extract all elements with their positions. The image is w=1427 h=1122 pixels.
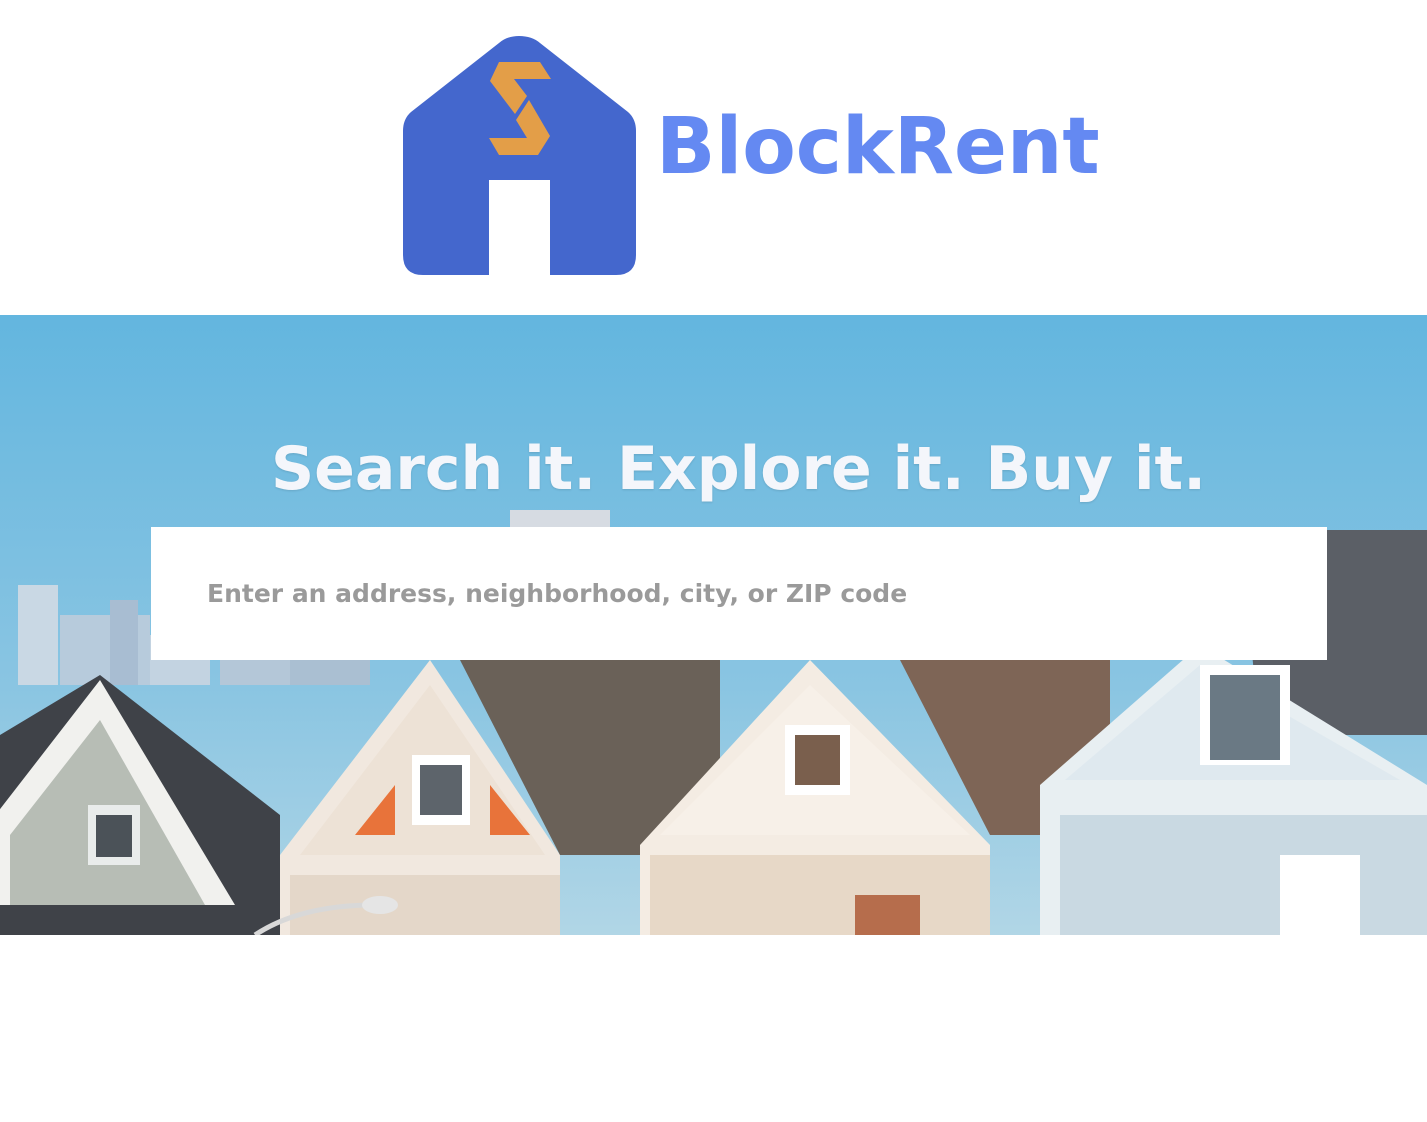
search-input[interactable] <box>205 562 1327 625</box>
search-box[interactable] <box>151 527 1327 660</box>
house-swap-icon[interactable] <box>403 34 636 275</box>
hero-title: Search it. Explore it. Buy it. <box>270 434 1207 504</box>
brand-name[interactable]: BlockRent <box>656 108 1100 186</box>
site-header: BlockRent <box>0 0 1427 315</box>
hero-banner: Search it. Explore it. Buy it. <box>0 315 1427 935</box>
page-whitespace <box>0 935 1427 1122</box>
